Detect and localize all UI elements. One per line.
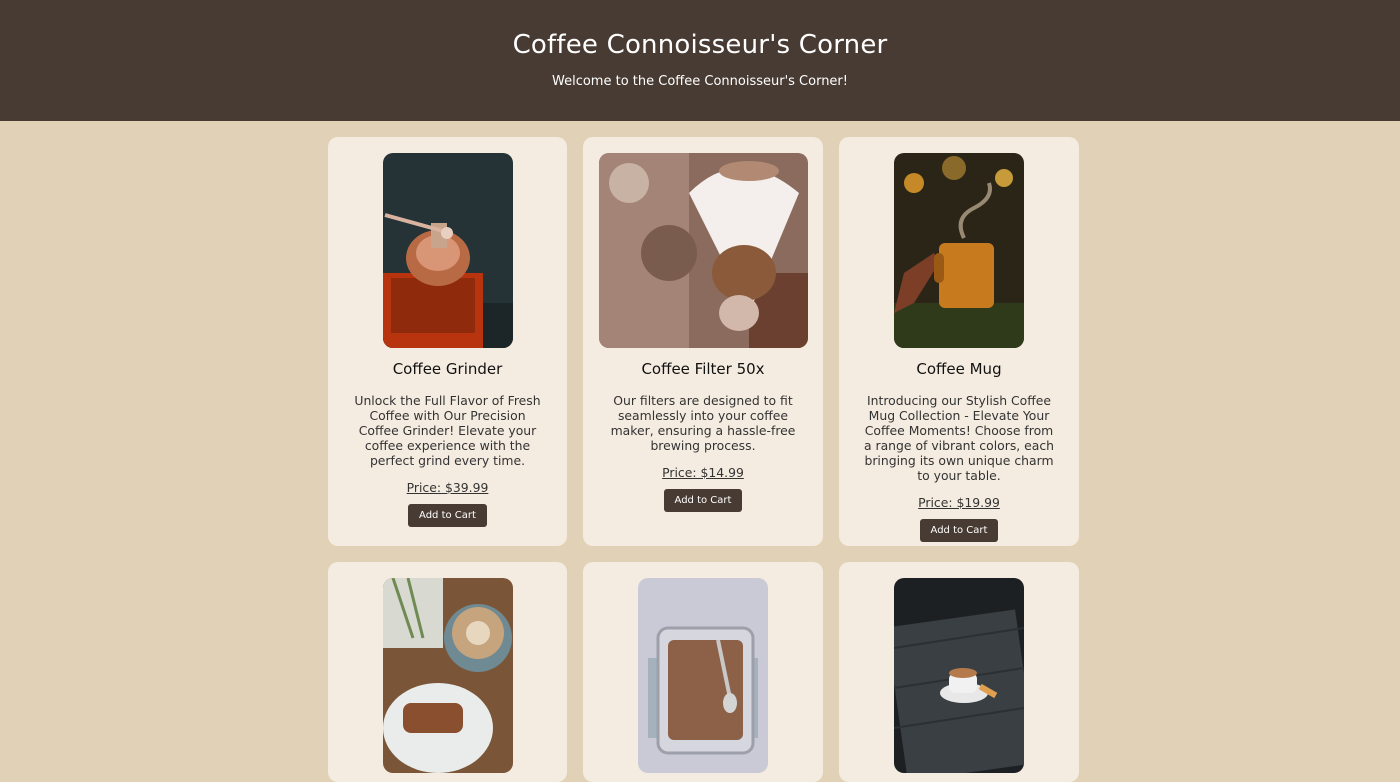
- welcome-text: Welcome to the Coffee Connoisseur's Corn…: [552, 74, 848, 89]
- product-grid: Coffee Grinder Unlock the Full Flavor of…: [328, 137, 1079, 782]
- product-title: Coffee Mug: [916, 360, 1002, 378]
- site-title: Coffee Connoisseur's Corner: [512, 30, 888, 60]
- product-price: Price: $39.99: [406, 480, 489, 495]
- coffee-mug-image: [894, 153, 1024, 348]
- product-card: [328, 562, 567, 782]
- product-price: Price: $19.99: [918, 495, 1000, 510]
- add-to-cart-button[interactable]: Add to Cart: [919, 519, 999, 542]
- coffee-dessert-image: [638, 578, 768, 773]
- product-description: Unlock the Full Flavor of Fresh Coffee w…: [354, 393, 541, 468]
- add-to-cart-button[interactable]: Add to Cart: [663, 489, 743, 512]
- product-price: Price: $14.99: [662, 465, 744, 480]
- product-card: Coffee Filter 50x Our filters are design…: [583, 137, 823, 546]
- coffee-grinder-image: [382, 153, 513, 348]
- product-title: Coffee Filter 50x: [641, 360, 765, 378]
- latte-and-pastry-image: [382, 578, 513, 773]
- product-card: Coffee Grinder Unlock the Full Flavor of…: [328, 137, 567, 546]
- product-description: Our filters are designed to fit seamless…: [610, 393, 796, 453]
- product-card: Coffee Mug Introducing our Stylish Coffe…: [839, 137, 1079, 546]
- site-header: Coffee Connoisseur's Corner Welcome to t…: [0, 0, 1400, 121]
- add-to-cart-button[interactable]: Add to Cart: [408, 504, 487, 527]
- product-title: Coffee Grinder: [392, 360, 503, 378]
- product-card: [583, 562, 823, 782]
- product-card: [839, 562, 1079, 782]
- espresso-cup-image: [894, 578, 1024, 773]
- coffee-filter-image: [598, 153, 808, 348]
- product-description: Introducing our Stylish Coffee Mug Colle…: [863, 393, 1055, 483]
